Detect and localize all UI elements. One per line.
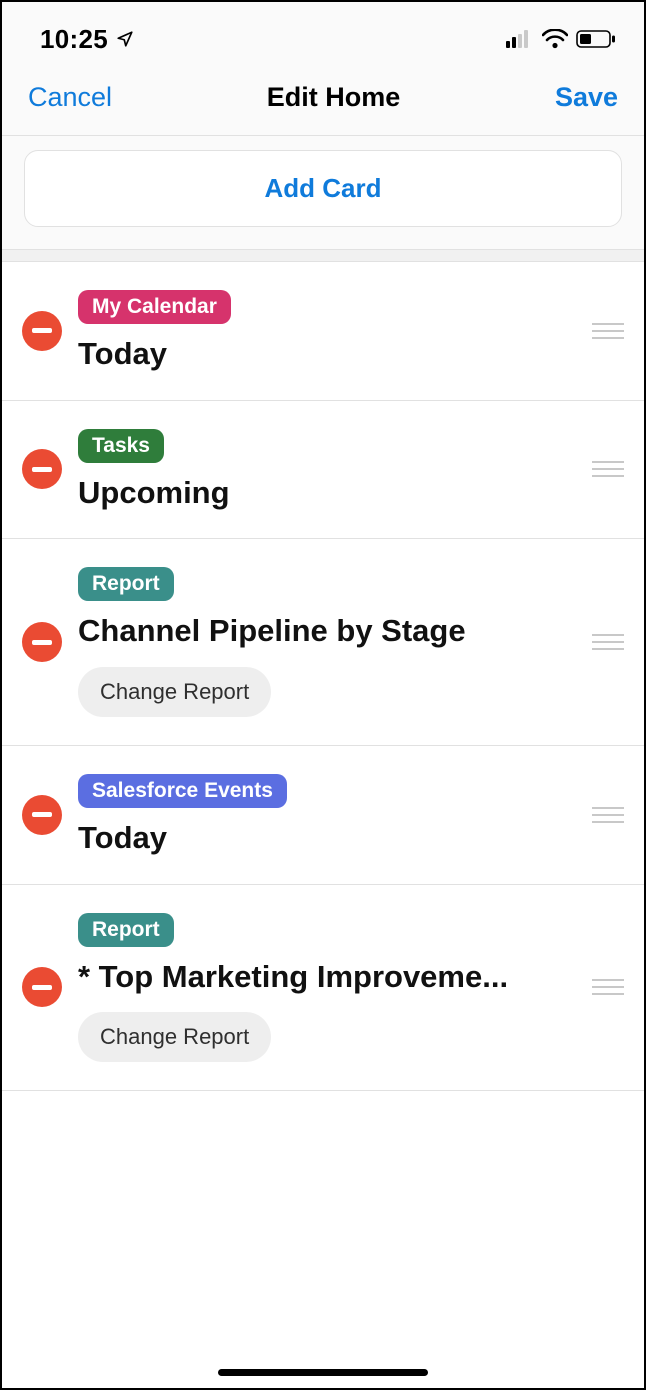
page-title: Edit Home bbox=[267, 82, 401, 113]
add-card-button[interactable]: Add Card bbox=[24, 150, 622, 227]
card-body: Report * Top Marketing Improveme... Chan… bbox=[78, 913, 574, 1063]
wifi-icon bbox=[542, 29, 568, 49]
card-title: * Top Marketing Improveme... bbox=[78, 959, 508, 995]
card-body: Tasks Upcoming Change Report bbox=[78, 429, 574, 511]
remove-button[interactable] bbox=[22, 622, 62, 662]
status-right bbox=[506, 29, 616, 49]
card-item: Salesforce Events Today Change Report bbox=[2, 746, 644, 885]
save-button[interactable]: Save bbox=[555, 82, 618, 113]
card-body: Salesforce Events Today Change Report bbox=[78, 774, 574, 856]
status-left: 10:25 bbox=[40, 24, 134, 55]
drag-handle-icon[interactable] bbox=[590, 979, 626, 995]
card-title: Today bbox=[78, 336, 167, 372]
home-indicator[interactable] bbox=[218, 1369, 428, 1376]
card-item: My Calendar Today Change Report bbox=[2, 262, 644, 401]
card-tag: Report bbox=[78, 567, 174, 601]
change-report-button[interactable]: Change Report bbox=[78, 1012, 271, 1062]
drag-handle-icon[interactable] bbox=[590, 461, 626, 477]
card-item: Tasks Upcoming Change Report bbox=[2, 401, 644, 540]
remove-button[interactable] bbox=[22, 449, 62, 489]
card-tag: Salesforce Events bbox=[78, 774, 287, 808]
card-item: Report * Top Marketing Improveme... Chan… bbox=[2, 885, 644, 1092]
section-divider bbox=[2, 250, 644, 262]
drag-handle-icon[interactable] bbox=[590, 807, 626, 823]
card-body: Report Channel Pipeline by Stage Change … bbox=[78, 567, 574, 717]
card-tag: Report bbox=[78, 913, 174, 947]
nav-bar: Cancel Edit Home Save bbox=[2, 68, 644, 136]
card-tag: My Calendar bbox=[78, 290, 231, 324]
card-list: My Calendar Today Change Report Tasks Up… bbox=[2, 262, 644, 1091]
remove-button[interactable] bbox=[22, 795, 62, 835]
card-title: Channel Pipeline by Stage bbox=[78, 613, 466, 649]
location-icon bbox=[116, 30, 134, 48]
drag-handle-icon[interactable] bbox=[590, 634, 626, 650]
card-body: My Calendar Today Change Report bbox=[78, 290, 574, 372]
add-card-section: Add Card bbox=[2, 136, 644, 250]
cellular-icon bbox=[506, 30, 534, 48]
cancel-button[interactable]: Cancel bbox=[28, 82, 112, 113]
battery-icon bbox=[576, 30, 616, 48]
status-time: 10:25 bbox=[40, 24, 108, 55]
card-tag: Tasks bbox=[78, 429, 164, 463]
remove-button[interactable] bbox=[22, 311, 62, 351]
drag-handle-icon[interactable] bbox=[590, 323, 626, 339]
status-bar: 10:25 bbox=[2, 2, 644, 68]
card-item: Report Channel Pipeline by Stage Change … bbox=[2, 539, 644, 746]
card-title: Upcoming bbox=[78, 475, 230, 511]
remove-button[interactable] bbox=[22, 967, 62, 1007]
card-title: Today bbox=[78, 820, 167, 856]
change-report-button[interactable]: Change Report bbox=[78, 667, 271, 717]
